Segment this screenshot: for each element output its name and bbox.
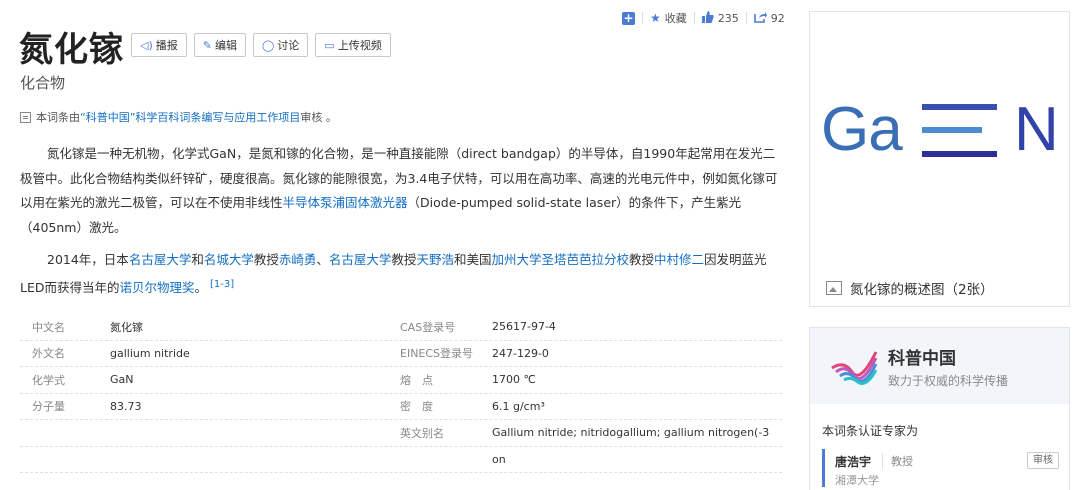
- video-camera-icon: ▭: [324, 38, 335, 52]
- info-value: Gallium nitride; nitridogallium; gallium…: [492, 426, 770, 440]
- table-row: 英文别名 Gallium nitride; nitridogallium; ga…: [20, 420, 782, 447]
- para2-text: 2014年，日本: [47, 252, 129, 267]
- expert-title: 教授: [882, 453, 913, 469]
- page-title: 氮化镓: [19, 30, 124, 70]
- table-row: 中文名 氮化镓 CAS登录号 25617-97-4: [20, 314, 782, 341]
- meijo-univ-link[interactable]: 名城大学: [204, 252, 254, 267]
- info-value: 氮化镓: [110, 320, 143, 334]
- share-count[interactable]: 92: [771, 12, 785, 25]
- info-value: 83.73: [110, 399, 142, 413]
- broadcast-button[interactable]: ◁) 播报: [131, 33, 187, 57]
- divider: [642, 12, 643, 24]
- nagoya-univ-link-2[interactable]: 名古屋大学: [329, 252, 392, 267]
- expert-card: 科普中国 致力于权威的科学传播 本词条认证专家为 唐浩宇 教授 湘潭大学 审核: [809, 327, 1070, 490]
- image-caption-text: 氮化镓的概述图（2张）: [850, 282, 994, 298]
- expert-card-header: 科普中国 致力于权威的科学传播: [810, 328, 1069, 404]
- table-row: 分子量 83.73 密 度 6.1 g/cm³: [20, 394, 782, 420]
- logo-ga-text: Ga: [821, 95, 903, 164]
- logo-bar: [922, 127, 982, 133]
- image-caption[interactable]: 氮化镓的概述图（2张）: [826, 278, 994, 298]
- summary-paragraph-1: 氮化镓是一种无机物，化学式GaN，是氮和镓的化合物，是一种直接能隙（direct…: [20, 142, 780, 240]
- nakamura-link[interactable]: 中村修二: [654, 252, 704, 267]
- expert-label: 本词条认证专家为: [822, 424, 919, 438]
- para2-text: 和美国: [453, 252, 492, 267]
- para2-text: 、: [316, 252, 329, 267]
- gan-logo-image[interactable]: Ga N: [821, 94, 1066, 174]
- title-buttons: ◁) 播报 ✎ 编辑 ◯ 讨论 ▭ 上传视频: [131, 33, 391, 57]
- laser-link[interactable]: 半导体泵浦固体激光器: [283, 195, 408, 210]
- info-key: EINECS登录号: [400, 347, 474, 361]
- chat-bubble-icon: ◯: [261, 38, 275, 52]
- speaker-icon: ◁): [140, 38, 153, 52]
- info-value: 247-129-0: [492, 346, 549, 360]
- like-count[interactable]: 235: [718, 12, 739, 25]
- info-value: 1700 ℃: [492, 373, 536, 387]
- note-prefix: 本词条由: [36, 111, 80, 124]
- expert-name[interactable]: 唐浩宇: [835, 453, 871, 470]
- expert-org-name[interactable]: 科普中国: [888, 344, 956, 369]
- overview-image-card[interactable]: Ga N 氮化镓的概述图（2张）: [809, 11, 1070, 307]
- info-key: 分子量: [32, 400, 65, 414]
- expert-entry[interactable]: 唐浩宇 教授 湘潭大学 审核: [822, 449, 1059, 487]
- reference-link[interactable]: [1-3]: [210, 279, 234, 290]
- info-key: 外文名: [32, 347, 65, 361]
- ucsb-link[interactable]: 加州大学圣塔芭芭拉分校: [491, 252, 629, 267]
- share-icon[interactable]: [753, 11, 767, 26]
- info-value: on: [492, 452, 506, 466]
- summary-paragraph-2: 2014年，日本名古屋大学和名城大学教授赤崎勇、名古屋大学教授天野浩和美国加州大…: [20, 248, 780, 300]
- upload-video-label: 上传视频: [337, 39, 382, 52]
- picture-icon: [826, 281, 842, 295]
- favorite-button[interactable]: 收藏: [665, 10, 687, 26]
- table-row: 外文名 gallium nitride EINECS登录号 247-129-0: [20, 341, 782, 367]
- info-value: gallium nitride: [110, 346, 190, 360]
- table-row: 化学式 GaN 熔 点 1700 ℃: [20, 367, 782, 394]
- review-note: 本词条由 “科普中国”科学百科词条编写与应用工作项目 审核 。: [20, 109, 337, 125]
- expert-org-slogan: 致力于权威的科学传播: [888, 374, 1009, 388]
- logo-bar: [922, 104, 997, 110]
- kepu-china-logo-icon: [831, 351, 878, 385]
- logo-bar: [922, 151, 997, 157]
- upload-video-button[interactable]: ▭ 上传视频: [315, 33, 391, 57]
- info-key: 密 度: [400, 400, 433, 414]
- info-key: CAS登录号: [400, 320, 456, 334]
- info-key: 熔 点: [400, 373, 433, 387]
- review-badge: 审核: [1027, 452, 1059, 469]
- star-icon[interactable]: ★: [650, 11, 661, 25]
- divider: [693, 12, 695, 24]
- info-key: 化学式: [32, 373, 65, 387]
- para2-text: 教授: [628, 252, 654, 267]
- info-value: 6.1 g/cm³: [492, 399, 545, 413]
- akasaki-link[interactable]: 赤崎勇: [279, 252, 317, 267]
- info-table: 中文名 氮化镓 CAS登录号 25617-97-4 外文名 gallium ni…: [20, 314, 782, 473]
- para2-text: 和: [191, 252, 204, 267]
- para2-text: 教授: [391, 252, 417, 267]
- document-icon: [20, 111, 31, 123]
- nagoya-univ-link[interactable]: 名古屋大学: [129, 252, 192, 267]
- para2-text: 教授: [253, 252, 279, 267]
- logo-n-text: N: [1014, 95, 1059, 164]
- page-subtitle: 化合物: [20, 74, 66, 92]
- para2-text: 。: [194, 279, 208, 295]
- info-value: 25617-97-4: [492, 320, 556, 334]
- nobel-prize-link[interactable]: 诺贝尔物理奖: [120, 280, 195, 295]
- expert-organization: 湘潭大学: [835, 474, 879, 487]
- info-value: GaN: [110, 373, 134, 387]
- action-bar: + ★ 收藏 235 92: [622, 8, 785, 28]
- note-suffix: 审核 。: [300, 111, 337, 124]
- table-row: on: [20, 447, 782, 473]
- edit-button[interactable]: ✎ 编辑: [193, 33, 246, 57]
- divider: [745, 12, 747, 24]
- discuss-button[interactable]: ◯ 讨论: [252, 33, 309, 57]
- info-key: 英文别名: [400, 426, 444, 440]
- info-key: 中文名: [32, 320, 65, 334]
- edit-label: 编辑: [214, 39, 237, 52]
- discuss-label: 讨论: [277, 39, 300, 52]
- broadcast-label: 播报: [155, 39, 178, 52]
- amano-link[interactable]: 天野浩: [416, 252, 454, 267]
- pencil-icon: ✎: [202, 38, 212, 52]
- add-icon[interactable]: +: [622, 11, 635, 25]
- thumbs-up-icon[interactable]: [701, 10, 714, 26]
- review-project-link[interactable]: “科普中国”科学百科词条编写与应用工作项目: [80, 109, 300, 125]
